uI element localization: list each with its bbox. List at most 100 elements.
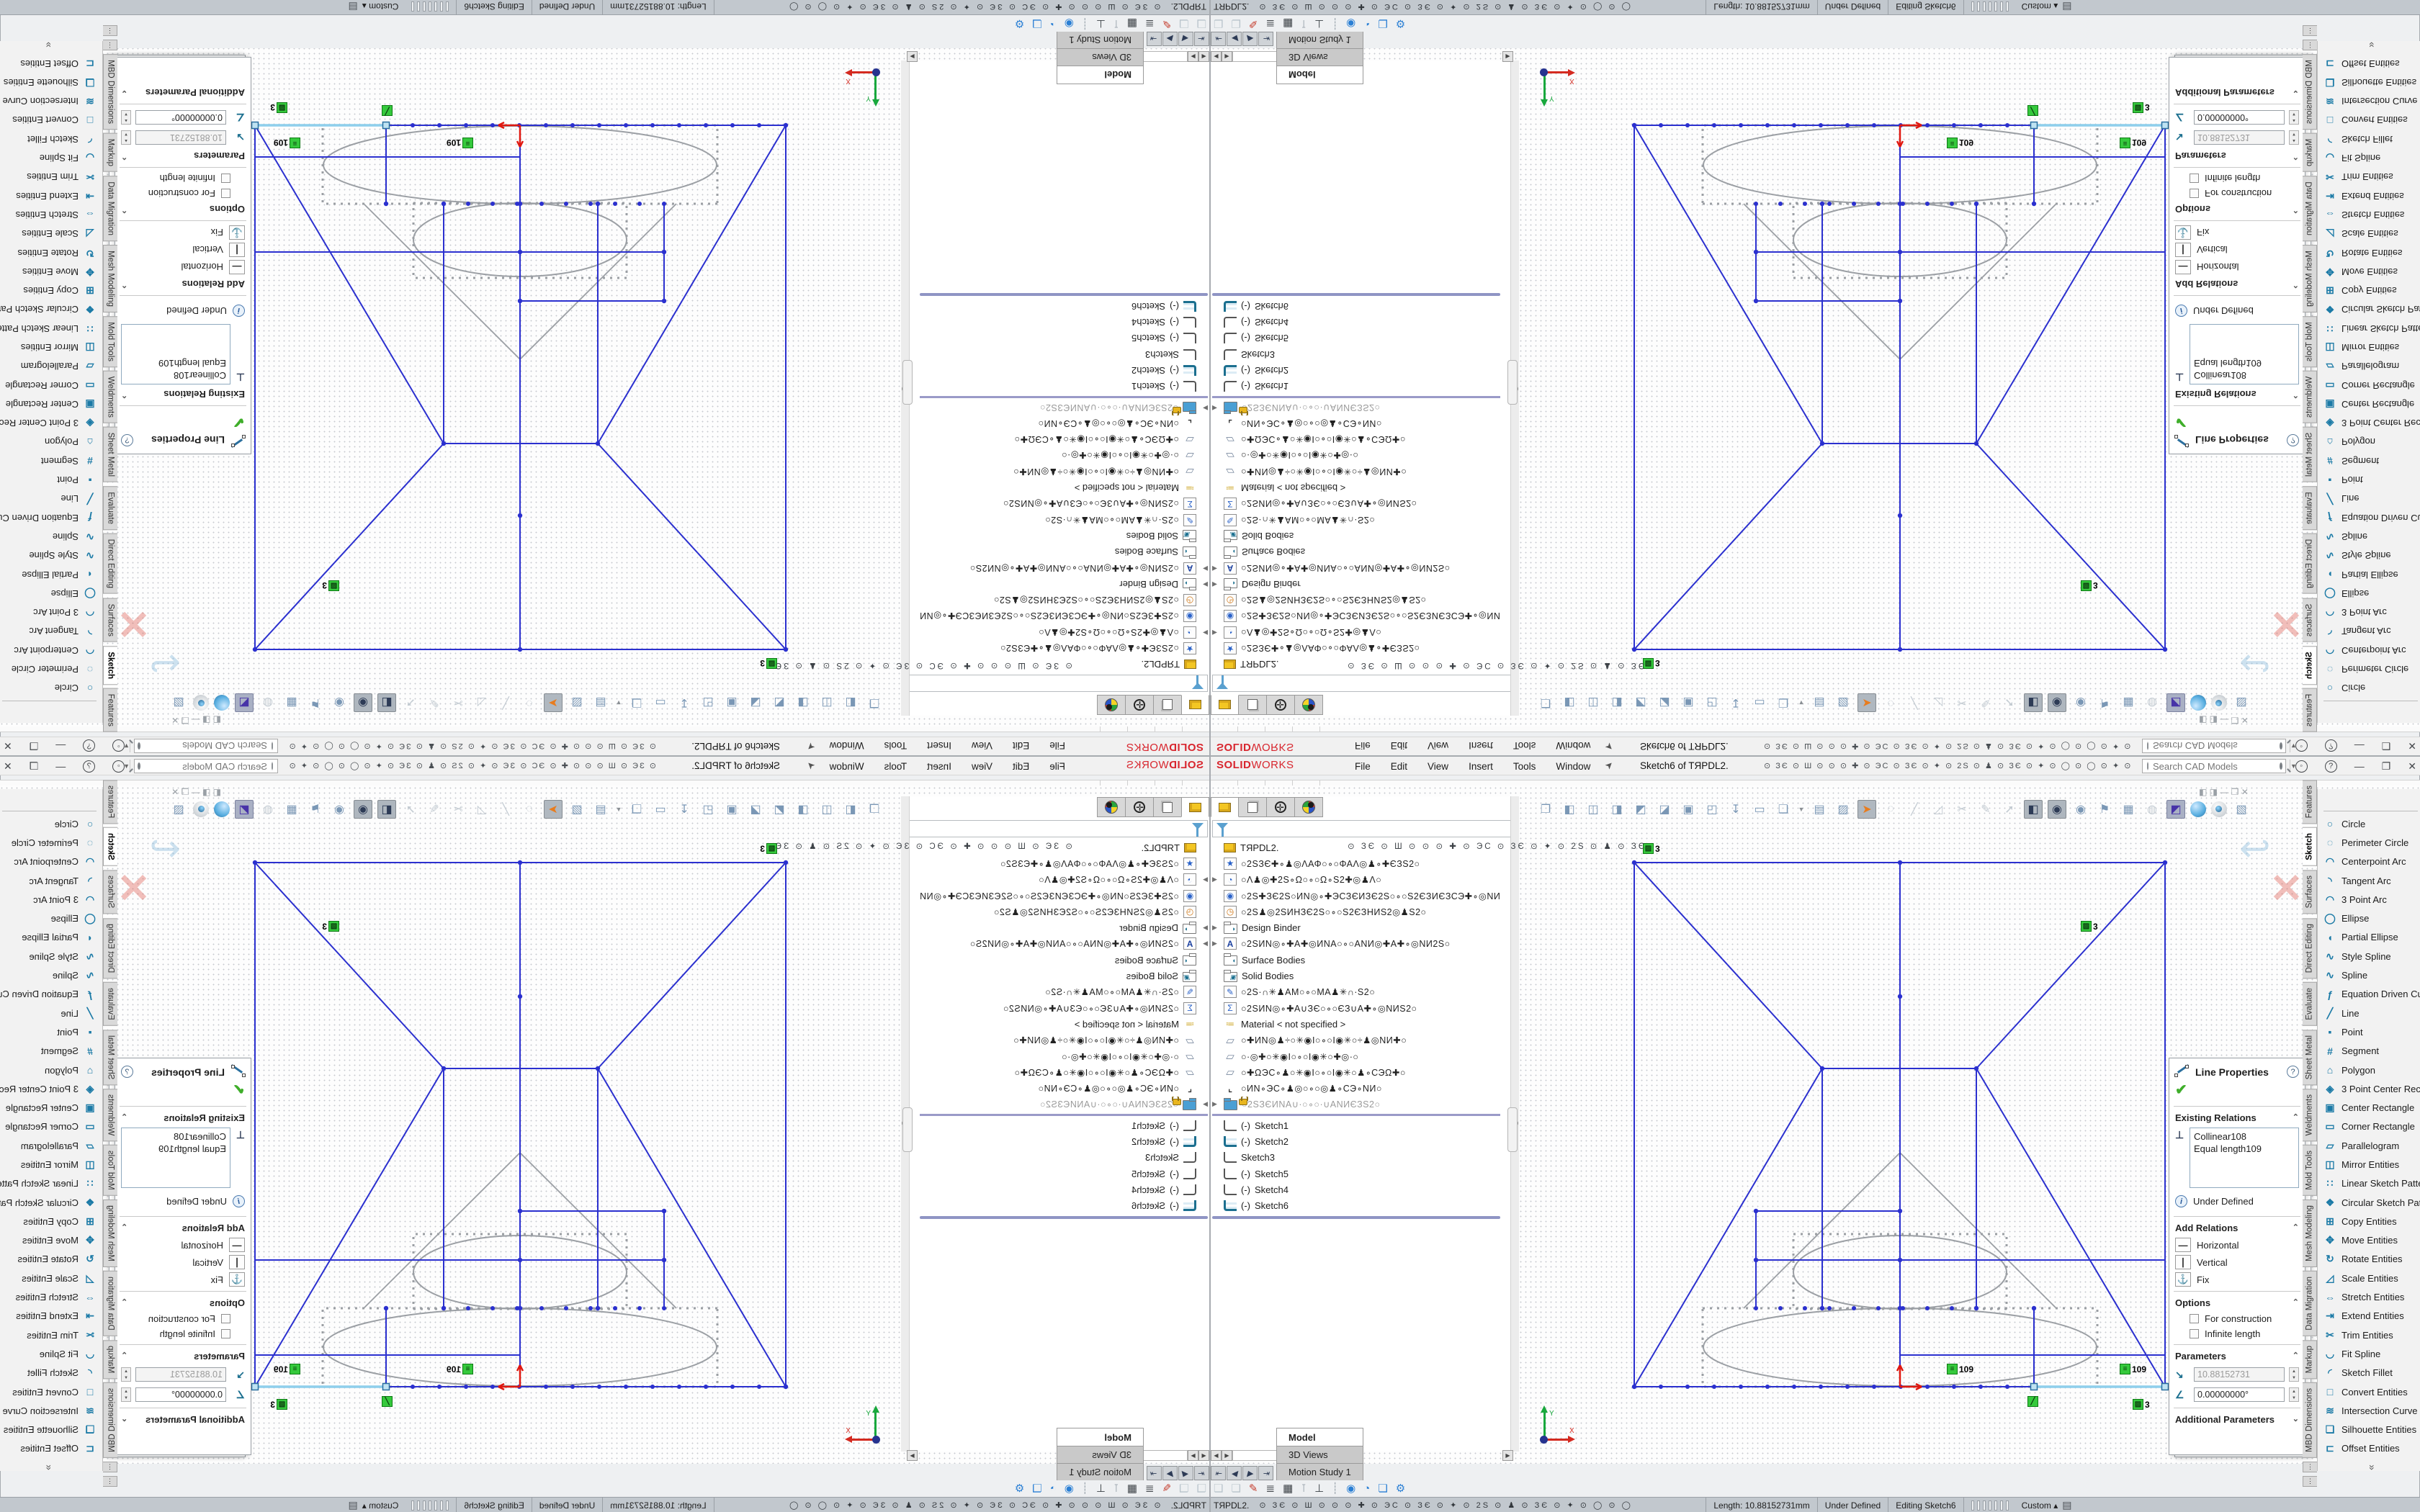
scroll-left-icon[interactable]: ◀ [1198,51,1209,62]
tool-style-spline[interactable]: ∿Style Spline [2318,546,2420,565]
tool-trim-entities[interactable]: ✂Trim Entities [2318,1326,2420,1344]
section-add-relations[interactable]: Add Relations⌃ [115,1220,251,1236]
tree-item[interactable]: ▶◗Design Binder [1212,576,1500,592]
checkbox[interactable] [2190,1314,2199,1323]
relation-badge[interactable]: ≡109 [1947,138,1973,148]
relation-badge[interactable]: ≡109 [447,1364,473,1374]
tool-corner-rectangle[interactable]: ▭Corner Rectangle [2318,1117,2420,1136]
motion-tool-icon[interactable]: ▦ [1283,1482,1293,1495]
commandmanager-tab-weldments[interactable]: Weldments [103,1089,117,1141]
rollback-bar[interactable] [1212,1114,1500,1116]
tool-segment[interactable]: #Segment [2318,1042,2420,1061]
tool-parallelogram[interactable]: ▱Parallelogram [2318,357,2420,376]
commandmanager-tab-datamigration[interactable]: Data Migration [103,1271,117,1336]
tab-nav-icon[interactable]: ◀ [1178,1466,1193,1480]
tree-item-sketch4[interactable]: (-)Sketch4 [920,1182,1208,1197]
checkbox[interactable] [2190,1329,2199,1338]
doc-tab-motion-study-1[interactable]: Motion Study 1 [1276,1463,1363,1480]
tool-circle[interactable]: ○Circle [0,814,102,833]
tool-center-rectangle[interactable]: ▣Center Rectangle [2318,1098,2420,1117]
option-infinite-length[interactable]: Infinite length [115,1326,251,1341]
tool-scale-entities[interactable]: ◿Scale Entities [2318,1269,2420,1287]
tree-item[interactable]: ▶A○2SИΝ◎∘✚Α✚◎ИΝΑ○∘○ΑΝИ◎✚Α✚∘◎ΝИ2S○ [1212,936,1500,952]
relation-badge[interactable]: ▨3 [2133,102,2150,113]
tool-linear-sketch-pattern[interactable]: ∷Linear Sketch Pattern [0,1174,102,1193]
motion-tool-icon[interactable]: ❏ [1231,1482,1240,1495]
accept-button[interactable]: ✔ [2169,1081,2305,1103]
tool-circular-sketch-pattern[interactable]: ❖Circular Sketch Pattern [2318,1193,2420,1212]
spinner[interactable]: ▲▼ [2289,1367,2299,1382]
commandmanager-tab-sheetmetal[interactable]: Sheet Metal [2303,427,2317,482]
add-relation-vertical[interactable]: ❘Vertical [115,1254,251,1271]
tree-item[interactable]: ◖Surface Bodies [920,952,1208,968]
pane-split-icon[interactable]: ▶ [907,51,918,62]
tree-item[interactable]: ▱○·◎✚○✳◉Ι○∘○Ι◉✳○✚◎·○ [920,1048,1208,1064]
tree-item[interactable]: ▶◔○Λ♟◎✚2S∘Ω○∘○Ω∘S2✚◎♟Λ○ [920,872,1208,888]
tool-segment[interactable]: #Segment [0,1042,102,1061]
relation-badge[interactable]: ╱ [2027,1396,2038,1407]
commandmanager-tab-[interactable]: ⋮ [2303,25,2317,36]
tool-circle[interactable]: ○Circle [2318,679,2420,698]
commandmanager-tab-mbddimensions[interactable]: MBD Dimensions [2303,1382,2317,1458]
tree-item[interactable]: ▶○2SЗЄИΝΑ∪·○∘○·∪ΑΝИЄЗS2○ [920,400,1208,415]
tree-item[interactable]: ▱○✚ΩЭС∘♟○✳◉Ι○∘○Ι◉✳○♟∘СЭΩ✚○ [920,1064,1208,1080]
tree-item[interactable]: ◷○2S♟◎2SИНЗЄ2S○∘○S2ЄЗНИS2◎♟S2○ [920,904,1208,919]
tool-partial-ellipse[interactable]: ◖Partial Ellipse [0,565,102,584]
commandmanager-tab-meshmodeling[interactable]: Mesh Modeling [103,245,117,312]
tab-nav-icon[interactable]: ⇤ [1211,1466,1226,1480]
commandmanager-tab-markup[interactable]: Markup [103,1340,117,1379]
tool-style-spline[interactable]: ∿Style Spline [0,546,102,565]
tool-fit-spline[interactable]: ◡Fit Spline [0,1344,102,1363]
commandmanager-tab-features[interactable]: Features [2303,780,2317,824]
tab-nav-icon[interactable]: ⇥ [1147,32,1162,46]
spinner[interactable]: ▲▼ [2289,130,2299,145]
motion-tool-icon[interactable]: ✎ [1249,1482,1258,1495]
tag-book-icon[interactable]: ▤ [2062,1,2071,13]
tree-item[interactable]: ▶A○2SИΝ◎∘✚Α✚◎ИΝΑ○∘○ΑΝИ◎✚Α✚∘◎ΝИ2S○ [920,936,1208,952]
tree-item[interactable]: ◉○2S✚ЗЄ2S○ИΝ◎∘✚ЭСЗЄИЗЄ2S○∘○S2ЄЗИЄЗСЭ✚∘◎Ν… [920,608,1208,624]
relation-badge[interactable]: ≡109 [2120,138,2146,148]
commandmanager-tab-[interactable]: ⋮ [103,1462,117,1472]
tool-polygon[interactable]: ⌂Polygon [0,1061,102,1079]
relation-badge[interactable]: ▨3 [270,102,287,113]
tab-nav-icon[interactable]: ▶ [1242,1466,1258,1480]
relation-badge[interactable]: ╱ [2027,105,2038,116]
tool-mirror-entities[interactable]: ◫Mirror Entities [2318,1155,2420,1174]
motion-tool-icon[interactable]: ≣ [1145,17,1155,30]
tool-3-point-center-recta-[interactable]: ◈3 Point Center Recta... [0,1079,102,1098]
relation-entry[interactable]: Collinear108 [2194,1130,2295,1143]
tab-nav-icon[interactable]: ◀ [1227,32,1242,46]
commandmanager-tab-datamigration[interactable]: Data Migration [103,176,117,241]
tool-centerpoint-arc[interactable]: ◠Centerpoint Arc [0,852,102,871]
tree-item[interactable]: ▱○·◎✚○✳◉Ι○∘○Ι◉✳○✚◎·○ [1212,448,1500,464]
tool-tangent-arc[interactable]: ◝Tangent Arc [0,871,102,890]
motion-tool-icon[interactable]: ✎ [1162,17,1172,30]
featuremanager-tab-target[interactable] [1125,695,1153,715]
tool-intersection-curve[interactable]: ≋Intersection Curve [2318,1401,2420,1420]
motion-tool-icon[interactable]: ┊ [1082,1482,1088,1495]
tree-item[interactable]: ≔Material < not specified > [1212,480,1500,495]
tool-tangent-arc[interactable]: ◝Tangent Arc [0,622,102,641]
tab-nav-icon[interactable]: ⇥ [1147,1466,1162,1480]
motion-tool-icon[interactable]: ┊ [1082,17,1088,30]
rollback-bar[interactable] [1212,396,1500,398]
commandmanager-tab-weldments[interactable]: Weldments [2303,371,2317,423]
motion-tool-icon[interactable]: ❏ [1378,1482,1387,1495]
spinner[interactable]: ▲▼ [121,110,131,125]
motion-tool-icon[interactable]: ▦ [1127,17,1137,30]
scroll-right-icon[interactable]: ▶ [1222,51,1232,62]
tool-partial-ellipse[interactable]: ◖Partial Ellipse [2318,565,2420,584]
tree-filter-box[interactable] [908,675,1208,692]
relation-badge[interactable]: ▨3 [270,1399,287,1410]
doc-tab-model[interactable]: Model [1057,1428,1144,1446]
tool-segment[interactable]: #Segment [2318,451,2420,470]
relation-badge[interactable]: ≡109 [447,138,473,148]
relation-badge[interactable]: ≡109 [274,138,300,148]
tool-extend-entities[interactable]: ⇥Extend Entities [2318,186,2420,205]
add-relation-fix[interactable]: ⚓Fix [115,1271,251,1288]
section-options[interactable]: Options⌃ [2169,1295,2305,1311]
featuremanager-tab-target[interactable] [1125,797,1153,817]
tool-copy-entities[interactable]: ⊞Copy Entities [2318,281,2420,300]
section-additional-parameters[interactable]: Additional Parameters⌄ [115,84,251,101]
tool-move-entities[interactable]: ✥Move Entities [0,262,102,281]
